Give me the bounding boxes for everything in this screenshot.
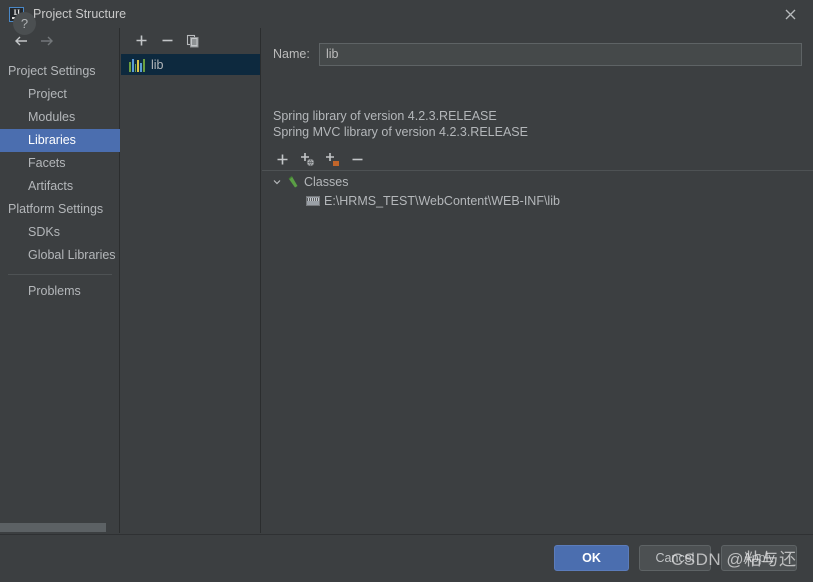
forward-button[interactable] [34, 30, 60, 52]
ok-button[interactable]: OK [554, 545, 629, 571]
add-root-button[interactable] [270, 148, 295, 170]
arrow-left-icon [15, 36, 27, 46]
sidebar-divider [8, 274, 112, 275]
library-descriptions: Spring library of version 4.2.3.RELEASE … [273, 108, 793, 140]
scrollbar-thumb[interactable] [0, 523, 106, 532]
roots-toolbar [270, 148, 370, 170]
cancel-button[interactable]: Cancel [639, 545, 711, 571]
plus-icon [277, 154, 288, 164]
detail-divider [262, 170, 813, 171]
minus-icon [162, 39, 172, 42]
plus-icon [136, 35, 146, 46]
sidebar-horizontal-scrollbar[interactable] [0, 522, 119, 533]
add-url-root-button[interactable] [295, 148, 320, 170]
settings-tree: Project Settings Project Modules Librari… [0, 60, 120, 303]
plus-globe-icon [301, 152, 315, 166]
sidebar-item-project[interactable]: Project [0, 83, 120, 106]
add-library-button[interactable] [128, 30, 154, 52]
tree-label-classes: Classes [304, 174, 349, 189]
settings-sidebar: Project Settings Project Modules Librari… [0, 28, 120, 533]
sidebar-item-libraries[interactable]: Libraries [0, 129, 120, 152]
sidebar-item-global-libraries[interactable]: Global Libraries [0, 244, 120, 267]
name-row: Name: [273, 42, 802, 66]
plus-folder-icon [326, 152, 339, 166]
remove-root-button[interactable] [345, 148, 370, 170]
library-list-toolbar [121, 28, 260, 53]
help-button[interactable]: ? [13, 12, 36, 35]
library-name-input[interactable] [319, 42, 802, 66]
sidebar-item-problems[interactable]: Problems [0, 280, 120, 303]
chevron-down-icon[interactable] [270, 177, 284, 187]
sidebar-item-artifacts[interactable]: Artifacts [0, 175, 120, 198]
classes-hammer-icon [284, 175, 302, 189]
tree-row-classes[interactable]: Classes [262, 172, 813, 191]
sidebar-item-modules[interactable]: Modules [0, 106, 120, 129]
arrow-right-icon [41, 36, 53, 46]
tree-label-classes-path: E:\HRMS_TEST\WebContent\WEB-INF\lib [324, 193, 560, 208]
library-rows: lib [121, 54, 260, 75]
list-item-lib[interactable]: lib [121, 54, 260, 75]
description-line-2: Spring MVC library of version 4.2.3.RELE… [273, 125, 528, 139]
sidebar-item-sdks[interactable]: SDKs [0, 221, 120, 244]
close-icon [785, 9, 795, 19]
add-directory-root-button[interactable] [320, 148, 345, 170]
window-title: Project Structure [33, 7, 127, 21]
remove-library-button[interactable] [154, 30, 180, 52]
apply-button[interactable]: Apply [721, 545, 797, 571]
name-label: Name: [273, 47, 310, 61]
sidebar-group-project-settings: Project Settings [8, 64, 96, 78]
library-roots-tree: Classes E:\HRMS_TEST\WebContent\WEB-INF\… [262, 172, 813, 210]
copy-library-button[interactable] [180, 30, 206, 52]
description-line-1: Spring library of version 4.2.3.RELEASE [273, 109, 497, 123]
jar-folder-icon [304, 195, 322, 206]
library-name-label: lib [151, 57, 164, 72]
library-detail-panel: Name: Spring library of version 4.2.3.RE… [262, 28, 813, 533]
tree-row-classes-path[interactable]: E:\HRMS_TEST\WebContent\WEB-INF\lib [262, 191, 813, 210]
sidebar-group-platform-settings: Platform Settings [8, 202, 104, 216]
project-structure-dialog: IJ Project Structure Project Settings Pr… [0, 0, 813, 582]
library-list-panel: lib [121, 28, 261, 533]
copy-icon [186, 34, 199, 47]
library-icon [129, 58, 145, 72]
sidebar-item-facets[interactable]: Facets [0, 152, 120, 175]
minus-icon [352, 158, 363, 160]
close-button[interactable] [767, 0, 813, 28]
title-bar: IJ Project Structure [0, 0, 813, 28]
